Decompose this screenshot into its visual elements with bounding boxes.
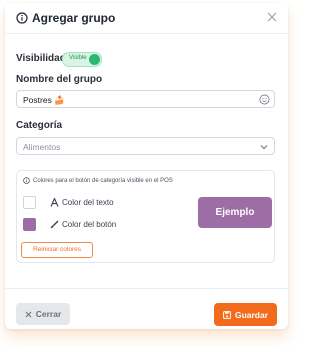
color-preview-button: Ejemplo (198, 197, 272, 228)
reset-colors-button[interactable]: Reiniciar colores (21, 242, 93, 258)
close-icon (25, 311, 32, 317)
group-name-label: Nombre del grupo (16, 74, 103, 85)
group-name-input[interactable]: Postres 🍰 (16, 90, 275, 108)
add-group-modal: Agregar grupo Visibilidad Visible Nombre… (5, 3, 288, 329)
toggle-knob (89, 54, 100, 65)
modal-title-wrap: Agregar grupo (16, 11, 115, 25)
category-selected: Alimentos (23, 142, 61, 152)
chevron-down-icon (260, 145, 268, 150)
colors-hint: Colores para el botón de categoría visib… (23, 177, 173, 184)
info-icon (16, 12, 28, 24)
close-icon[interactable] (266, 11, 278, 23)
colors-panel: Colores para el botón de categoría visib… (16, 170, 275, 263)
visibility-label: Visibilidad (16, 53, 66, 64)
visibility-toggle[interactable]: Visible (62, 52, 102, 67)
button-color-label: Color del botón (62, 220, 117, 229)
group-name-value: Postres 🍰 (23, 95, 65, 105)
save-button[interactable]: Guardar (214, 303, 277, 326)
close-button-label: Cerrar (35, 309, 62, 319)
brush-icon (50, 220, 59, 229)
close-button[interactable]: Cerrar (16, 303, 70, 325)
font-icon (50, 198, 59, 207)
text-color-swatch[interactable] (23, 196, 36, 209)
category-label: Categoría (16, 120, 63, 131)
modal-footer: Cerrar Guardar (5, 288, 288, 329)
modal-title: Agregar grupo (32, 11, 116, 25)
text-color-row: Color del texto (50, 198, 114, 207)
category-select[interactable]: Alimentos (16, 137, 275, 155)
info-icon (23, 177, 30, 184)
save-button-label: Guardar (234, 309, 269, 320)
floppy-disk-icon (223, 310, 231, 319)
modal-header: Agregar grupo (5, 3, 288, 34)
button-color-swatch[interactable] (23, 218, 36, 231)
toggle-text: Visible (69, 55, 87, 61)
button-color-row: Color del botón (50, 220, 116, 229)
text-color-label: Color del texto (62, 198, 114, 207)
colors-hint-text: Colores para el botón de categoría visib… (33, 177, 173, 184)
emoji-smile-icon[interactable] (259, 94, 270, 105)
